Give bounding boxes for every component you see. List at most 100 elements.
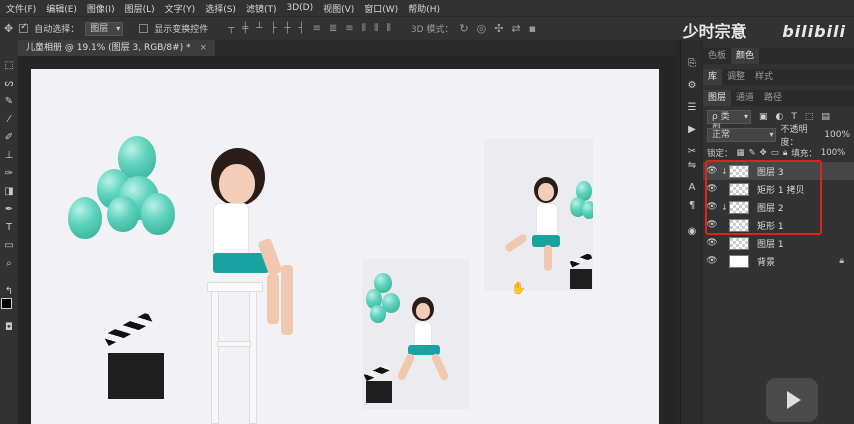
balloon-image: [582, 201, 593, 219]
auto-select-label: 自动选择：: [34, 25, 80, 35]
filter-smart-icon[interactable]: ▤: [821, 112, 830, 122]
distribute-left-icon[interactable]: ⦀: [362, 23, 366, 34]
zoom-tool-icon[interactable]: ⌕: [3, 258, 15, 270]
align-vcenter-icon[interactable]: ╪: [242, 23, 248, 34]
lasso-tool-icon[interactable]: ᔕ: [3, 78, 15, 90]
quick-select-tool-icon[interactable]: ✎: [3, 96, 15, 108]
actions-icon[interactable]: ▶: [686, 124, 698, 136]
align-hcenter-icon[interactable]: ┼: [284, 23, 290, 34]
cc-libraries-icon[interactable]: ◉: [686, 226, 698, 238]
tab-channels[interactable]: 通道: [731, 90, 759, 106]
tab-libraries[interactable]: 库: [703, 69, 723, 85]
eyedropper-tool-icon[interactable]: ⁄: [3, 114, 15, 126]
menu-view[interactable]: 视图(V): [323, 2, 354, 15]
lock-transparent-icon[interactable]: ▦: [737, 148, 745, 158]
type-tool-icon[interactable]: T: [3, 222, 15, 234]
menu-bar: 文件(F) 编辑(E) 图像(I) 图层(L) 文字(Y) 选择(S) 滤镜(T…: [0, 0, 854, 16]
distribute-vcenter-icon[interactable]: ≣: [329, 23, 337, 34]
eraser-tool-icon[interactable]: ◨: [3, 186, 15, 198]
adjust-icon[interactable]: ☰: [686, 102, 698, 114]
sliders-icon[interactable]: ⇋: [686, 160, 698, 172]
align-top-icon[interactable]: ┬: [228, 23, 234, 34]
filter-type-icon[interactable]: T: [791, 112, 797, 122]
orbit-3d-icon[interactable]: ↻: [459, 22, 468, 35]
transform-controls-label: 显示变换控件: [154, 25, 209, 35]
transform-controls-checkbox[interactable]: [139, 24, 149, 33]
menu-layer[interactable]: 图层(L): [125, 2, 155, 15]
watermark-author: 少时宗意: [682, 22, 747, 41]
visibility-eye-icon[interactable]: 👁︎: [703, 238, 721, 248]
distribute-bottom-icon[interactable]: ≡: [345, 23, 353, 34]
lock-pixels-icon[interactable]: ✎: [749, 148, 756, 158]
visibility-eye-icon[interactable]: 👁︎: [703, 256, 721, 266]
lock-position-icon[interactable]: ✥: [760, 148, 767, 158]
layer-row[interactable]: 👁︎ 背景 🔒︎: [703, 252, 854, 270]
foreground-color-swatch[interactable]: [1, 298, 12, 309]
align-bottom-icon[interactable]: ┴: [256, 23, 262, 34]
tab-styles[interactable]: 样式: [750, 69, 778, 85]
lock-all-icon[interactable]: 🔒︎: [783, 148, 788, 158]
menu-select[interactable]: 选择(S): [205, 2, 236, 15]
menu-help[interactable]: 帮助(H): [408, 2, 440, 15]
hand-cursor-icon: ✋: [511, 281, 526, 295]
slide-3d-icon[interactable]: ⇄: [511, 22, 520, 35]
auto-select-checkbox[interactable]: [19, 22, 29, 33]
layer-row[interactable]: 👁︎ 图层 1: [703, 234, 854, 252]
lock-artboard-icon[interactable]: ▭: [771, 148, 779, 158]
clapperboard-body: [366, 381, 392, 403]
opacity-label: 不透明度：: [780, 125, 808, 148]
layer-filter-dropdown[interactable]: ρ 类型: [707, 110, 751, 134]
document-tabbar: 儿童相册 @ 19.1% (图层 3, RGB/8#) * ×: [18, 40, 678, 56]
brush-tool-icon[interactable]: ✐: [3, 132, 15, 144]
document-canvas[interactable]: ✋: [31, 69, 659, 424]
filter-shape-icon[interactable]: ⬚: [805, 112, 814, 122]
filter-adjust-icon[interactable]: ◐: [776, 112, 784, 122]
tab-swatches[interactable]: 色板: [703, 48, 731, 64]
history-brush-tool-icon[interactable]: ✑: [3, 168, 15, 180]
rectangle-tool-icon[interactable]: ▭: [3, 240, 15, 252]
fill-value[interactable]: 100%: [821, 148, 845, 158]
menu-image[interactable]: 图像(I): [87, 2, 115, 15]
balloon-image: [370, 305, 386, 323]
tab-color[interactable]: 颜色: [731, 48, 760, 64]
filter-pixel-icon[interactable]: ▣: [759, 112, 768, 122]
marquee-tool-icon[interactable]: ⬚: [3, 60, 15, 72]
properties-icon[interactable]: ⚙: [686, 80, 698, 92]
paragraph-icon[interactable]: ¶: [686, 200, 698, 212]
girl-shirt: [213, 203, 249, 259]
menu-file[interactable]: 文件(F): [6, 2, 36, 15]
align-right-icon[interactable]: ┤: [298, 23, 304, 34]
auto-select-dropdown[interactable]: 图层: [85, 21, 124, 36]
menu-filter[interactable]: 滤镜(T): [246, 2, 277, 15]
distribute-top-icon[interactable]: ≡: [312, 23, 320, 34]
roll-3d-icon[interactable]: ◎: [477, 22, 487, 35]
tab-layers[interactable]: 图层: [703, 90, 732, 106]
menu-type[interactable]: 文字(Y): [165, 2, 196, 15]
brush-settings-icon[interactable]: ✂: [686, 146, 698, 158]
distribute-hcenter-icon[interactable]: ⦀: [374, 23, 378, 34]
stamp-tool-icon[interactable]: ⊥: [3, 150, 15, 162]
character-icon[interactable]: A: [686, 182, 698, 194]
tab-adjustments[interactable]: 调整: [722, 69, 750, 85]
align-left-icon[interactable]: ├: [270, 23, 276, 34]
distribute-right-icon[interactable]: ⦀: [386, 23, 390, 34]
lock-icon[interactable]: 🔒︎: [839, 256, 844, 266]
close-tab-icon[interactable]: ×: [199, 43, 207, 53]
girl-leg: [430, 352, 450, 382]
document-tab[interactable]: 儿童相册 @ 19.1% (图层 3, RGB/8#) * ×: [18, 40, 215, 56]
swap-colors-icon[interactable]: ↰: [3, 286, 15, 298]
scale-3d-icon[interactable]: ▪: [529, 22, 536, 35]
menu-edit[interactable]: 编辑(E): [46, 2, 77, 15]
menu-window[interactable]: 窗口(W): [364, 2, 398, 15]
video-play-icon[interactable]: [766, 378, 818, 422]
drag-3d-icon[interactable]: ✣: [494, 22, 503, 35]
menu-3d[interactable]: 3D(D): [286, 3, 313, 13]
tab-paths[interactable]: 路径: [759, 90, 787, 106]
balloon-image: [107, 196, 139, 232]
quick-mask-icon[interactable]: ◘: [3, 322, 15, 334]
mode-3d-icons: ↻ ◎ ✣ ⇄ ▪: [459, 22, 536, 35]
history-icon[interactable]: ⎘: [686, 58, 698, 70]
pen-tool-icon[interactable]: ✒: [3, 204, 15, 216]
blend-mode-dropdown[interactable]: 正常: [707, 128, 777, 142]
opacity-value[interactable]: 100%: [824, 130, 850, 140]
